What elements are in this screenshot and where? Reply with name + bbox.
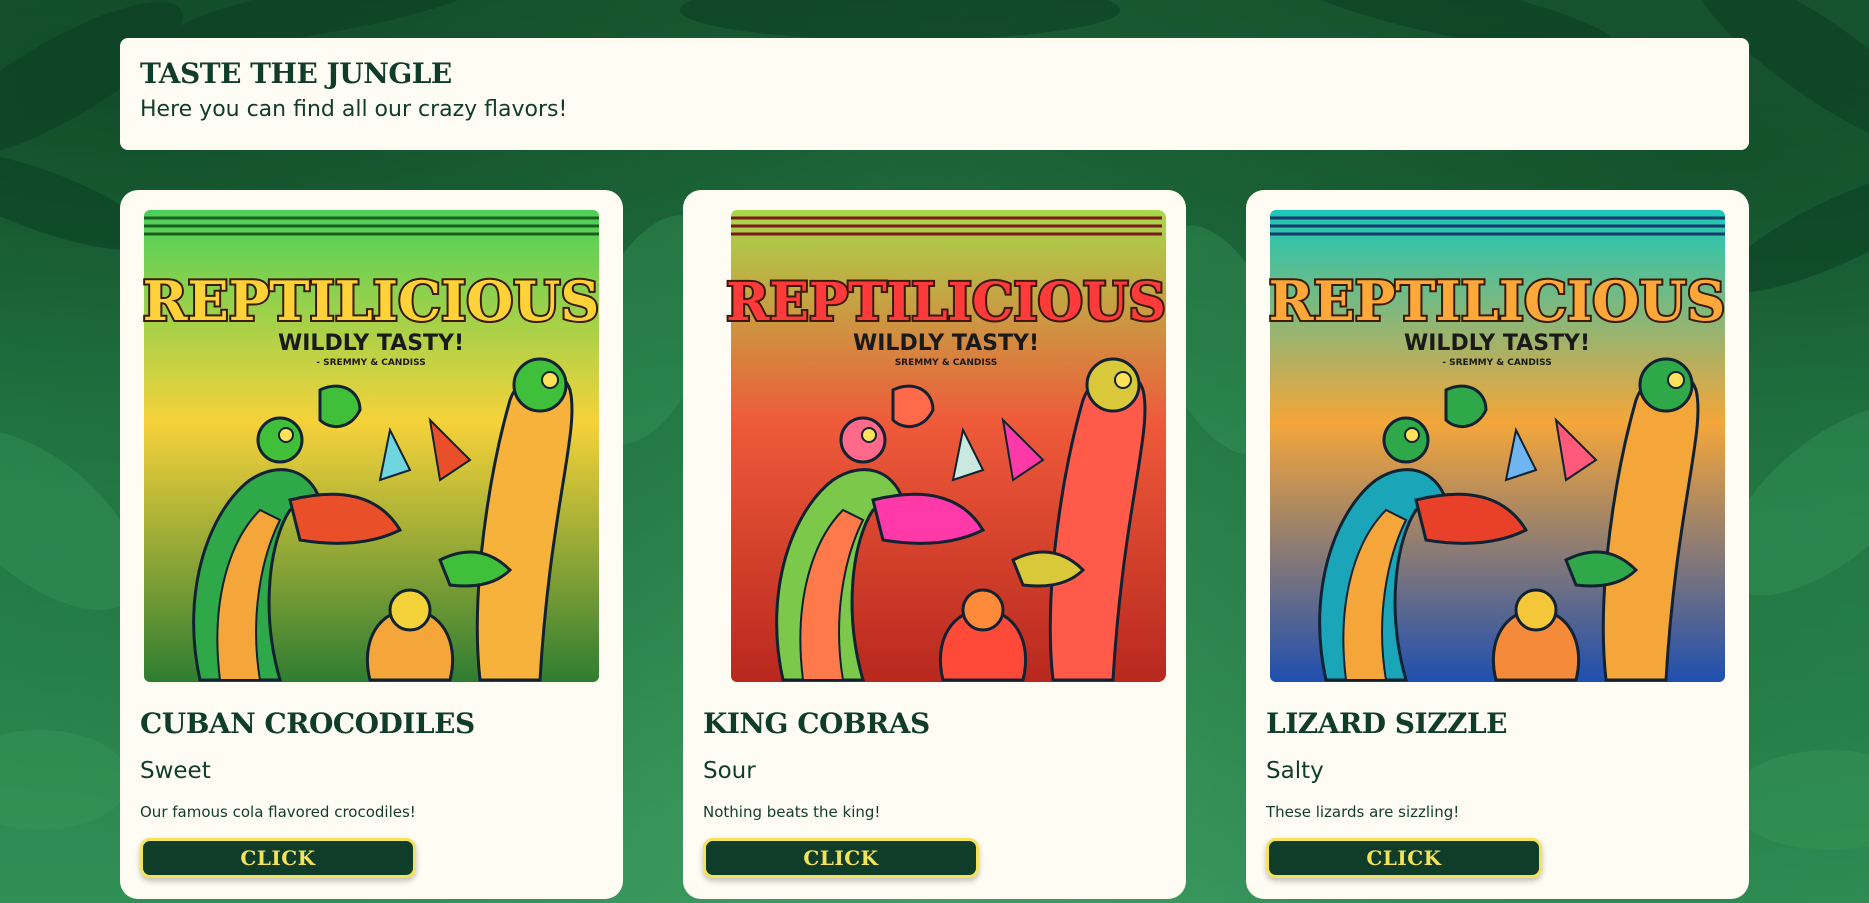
product-image-cuban-crocodiles: REPTILICIOUS WILDLY TASTY! - SREMMY & CA… (140, 210, 603, 682)
brand-text: REPTILICIOUS (143, 269, 600, 333)
tagline-text: WILDLY TASTY! (1404, 331, 1590, 356)
tagline-text: WILDLY TASTY! (278, 331, 464, 356)
product-flavor: Salty (1266, 758, 1324, 784)
product-card-king-cobras: REPTILICIOUS WILDLY TASTY! SREMMY & CAND… (683, 190, 1186, 899)
product-name: LIZARD SIZZLE (1266, 707, 1507, 740)
product-description: Our famous cola flavored crocodiles! (140, 803, 416, 821)
small-print-text: - SREMMY & CANDISS (316, 358, 425, 368)
product-image-king-cobras: REPTILICIOUS WILDLY TASTY! SREMMY & CAND… (703, 210, 1166, 682)
page-title: TASTE THE JUNGLE (140, 57, 452, 90)
click-button[interactable]: CLICK (1266, 838, 1542, 878)
small-print-text: - SREMMY & CANDISS (1442, 358, 1551, 368)
product-card-lizard-sizzle: REPTILICIOUS WILDLY TASTY! - SREMMY & CA… (1246, 190, 1749, 899)
header-panel: TASTE THE JUNGLE Here you can find all o… (120, 38, 1749, 150)
click-button[interactable]: CLICK (140, 838, 416, 878)
brand-text: REPTILICIOUS (726, 272, 1166, 333)
product-image-lizard-sizzle: REPTILICIOUS WILDLY TASTY! - SREMMY & CA… (1266, 210, 1729, 682)
page-subtitle: Here you can find all our crazy flavors! (140, 97, 568, 122)
product-description: These lizards are sizzling! (1266, 803, 1460, 821)
product-card-cuban-crocodiles: REPTILICIOUS WILDLY TASTY! - SREMMY & CA… (120, 190, 623, 899)
product-description: Nothing beats the king! (703, 803, 881, 821)
tagline-text: WILDLY TASTY! (853, 331, 1039, 356)
product-flavor: Sweet (140, 758, 211, 784)
brand-text: REPTILICIOUS (1269, 269, 1726, 333)
product-name: KING COBRAS (703, 707, 930, 740)
product-name: CUBAN CROCODILES (140, 707, 475, 740)
click-button[interactable]: CLICK (703, 838, 979, 878)
product-flavor: Sour (703, 758, 756, 784)
small-print-text: SREMMY & CANDISS (895, 358, 998, 368)
